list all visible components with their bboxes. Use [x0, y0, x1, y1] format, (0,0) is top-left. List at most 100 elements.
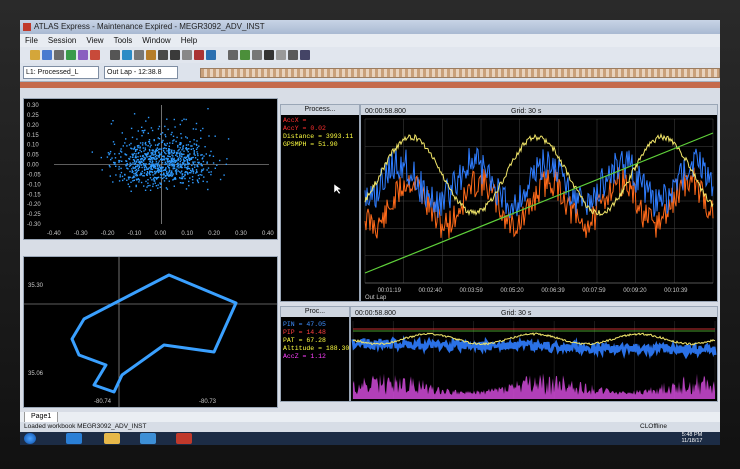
scatter-point — [154, 177, 157, 179]
scatter-point — [160, 173, 162, 176]
scatter-point — [174, 167, 176, 170]
scatter-point — [149, 184, 151, 187]
toolbar-button[interactable] — [206, 50, 216, 60]
toolbar-button[interactable] — [78, 50, 88, 60]
scatter-point — [147, 145, 149, 147]
scatter-point — [159, 165, 161, 167]
scatter-panel[interactable]: 0.30 0.25 0.20 0.15 0.10 0.05 0.00 -0.05 -0.10 -0… — [23, 98, 278, 240]
trace-blue — [364, 147, 714, 219]
toolbar-button[interactable] — [146, 50, 156, 60]
media-player-icon[interactable] — [140, 433, 156, 444]
toolbar-button[interactable] — [276, 50, 286, 60]
cursor-range-bar[interactable] — [20, 82, 720, 88]
scatter-point — [149, 170, 151, 172]
toolbar-button[interactable] — [182, 50, 192, 60]
process-panel-bottom[interactable]: Proc... PIN = 47.05 PIP = 14.48 PAT = 67.2… — [280, 306, 350, 402]
scatter-point — [144, 147, 146, 149]
scatter-point — [180, 159, 182, 161]
lap-timeline[interactable] — [200, 68, 720, 78]
process-value: 47.05 — [306, 321, 326, 328]
toolbar-button[interactable] — [66, 50, 76, 60]
scatter-point — [122, 145, 124, 147]
scatter-point — [137, 146, 139, 149]
scatter-point — [145, 163, 147, 165]
toolbar-button[interactable] — [240, 50, 250, 60]
toolbar-button[interactable] — [194, 50, 204, 60]
trace-panel-bottom[interactable]: 00:00:58.800 Grid: 30 s — [350, 306, 718, 402]
scatter-point — [179, 151, 182, 153]
scatter-point — [170, 159, 173, 162]
scatter-point — [159, 183, 162, 185]
clock-date: 11/18/17 — [681, 438, 703, 444]
scatter-x-tick: 0.10 — [181, 231, 193, 237]
scatter-point — [191, 167, 194, 170]
scatter-point — [174, 178, 177, 180]
track-map-panel[interactable]: 35.30 35.06 -80.74 -80.73 — [23, 256, 278, 408]
scatter-point — [179, 165, 181, 167]
scatter-point — [137, 156, 139, 158]
scatter-point — [120, 167, 122, 170]
toolbar-button[interactable] — [54, 50, 64, 60]
scatter-point — [149, 177, 152, 179]
toolbar-button[interactable] — [252, 50, 262, 60]
atlas-taskbar-icon[interactable] — [176, 433, 192, 444]
scatter-point — [134, 162, 136, 164]
session-combo[interactable]: L1: Processed_L — [23, 66, 99, 79]
track-x-tick: -80.74 — [94, 399, 112, 405]
menu-item-session[interactable]: Session — [43, 34, 81, 47]
process-sep: = — [294, 337, 307, 344]
toolbar-button[interactable] — [122, 50, 132, 60]
scatter-point — [121, 160, 123, 162]
toolbar-button[interactable] — [110, 50, 120, 60]
menu-item-help[interactable]: Help — [176, 34, 202, 47]
scatter-point — [152, 154, 155, 156]
toolbar-button[interactable] — [134, 50, 144, 60]
scatter-point — [163, 150, 165, 152]
scatter-point — [132, 176, 134, 179]
toolbar-button[interactable] — [90, 50, 100, 60]
process-row: Distance = 3993.11 — [283, 133, 353, 141]
scatter-point — [186, 155, 189, 157]
toolbar-button[interactable] — [158, 50, 168, 60]
process-panel-top[interactable]: Process... AccX = AccY = 0.02 Distance = … — [280, 104, 360, 302]
scatter-point — [136, 148, 138, 151]
menu-item-window[interactable]: Window — [137, 34, 175, 47]
scatter-point — [158, 154, 161, 157]
file-explorer-icon[interactable] — [104, 433, 120, 444]
menu-item-tools[interactable]: Tools — [109, 34, 138, 47]
scatter-y-tick: 0.15 — [27, 133, 39, 139]
scatter-point — [150, 144, 152, 146]
menu-item-view[interactable]: View — [81, 34, 108, 47]
scatter-point — [160, 148, 163, 150]
scatter-point — [189, 159, 191, 161]
toolbar-button[interactable] — [30, 50, 40, 60]
process-value: 188.30 — [325, 345, 350, 352]
trace-panel-top[interactable]: 00:00:58.800 Grid: 30 s 00:01:19 00:02:40 00… — [360, 104, 718, 302]
toolbar-button[interactable] — [300, 50, 310, 60]
toolbar-button[interactable] — [288, 50, 298, 60]
scatter-point — [181, 182, 183, 184]
toolbar-button[interactable] — [42, 50, 52, 60]
scatter-point — [183, 118, 185, 120]
start-button-icon[interactable] — [24, 433, 36, 444]
scatter-point — [140, 173, 142, 176]
toolbar-button[interactable] — [228, 50, 238, 60]
scatter-point — [155, 148, 157, 151]
scatter-point — [170, 158, 172, 160]
scatter-point — [172, 135, 175, 137]
lap-combo[interactable]: Out Lap - 12:38.8 — [104, 66, 178, 79]
scatter-point — [120, 156, 122, 158]
scatter-point — [226, 158, 228, 160]
internet-explorer-icon[interactable] — [66, 433, 82, 444]
scatter-point — [150, 127, 153, 129]
scatter-point — [185, 118, 187, 121]
scatter-point — [210, 173, 212, 176]
process-value: 51.90 — [318, 141, 338, 148]
scatter-point — [196, 164, 199, 166]
toolbar-button[interactable] — [264, 50, 274, 60]
scatter-point — [164, 125, 166, 128]
menu-item-file[interactable]: File — [20, 34, 43, 47]
scatter-point — [168, 155, 170, 158]
toolbar-button[interactable] — [170, 50, 180, 60]
scatter-point — [201, 174, 203, 176]
